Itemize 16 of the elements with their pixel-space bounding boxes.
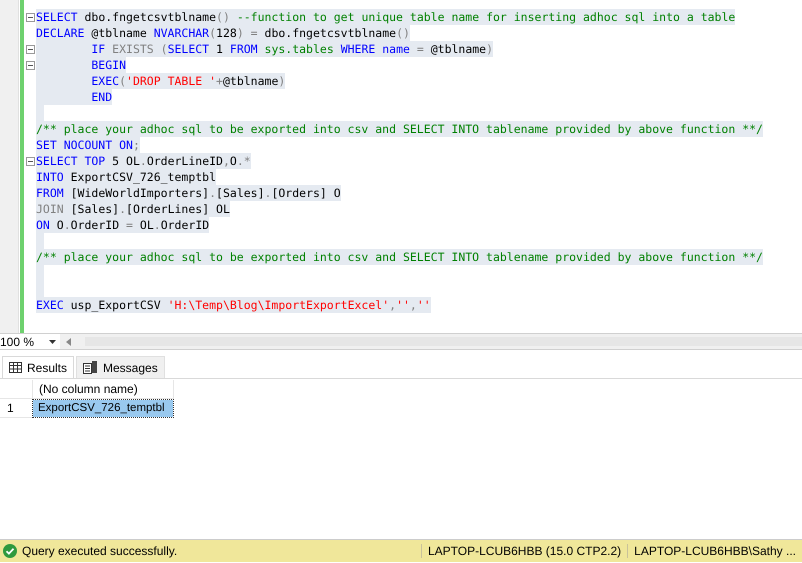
results-tab[interactable]: Messages [76, 356, 165, 378]
collapse-icon[interactable] [26, 44, 34, 54]
dropdown-caret-icon [49, 340, 56, 344]
scroll-left-icon[interactable] [66, 338, 71, 346]
table-cell[interactable]: ExportCSV_726_temptbl [33, 400, 173, 417]
collapse-icon[interactable] [26, 60, 34, 70]
status-message: Query executed successfully. [22, 544, 178, 558]
server-name: LAPTOP-LCUB6HBB (15.0 CTP2.2) [420, 544, 628, 558]
results-tab[interactable]: Results [2, 356, 74, 378]
success-check-icon [3, 544, 17, 558]
collapse-icon[interactable] [26, 12, 34, 22]
user-name: LAPTOP-LCUB6HBB\Sathy ... [627, 544, 802, 558]
zoom-dropdown[interactable]: 100 % [0, 334, 60, 349]
grid-icon [9, 362, 22, 373]
collapse-icon[interactable] [26, 156, 34, 166]
document-icon [83, 361, 98, 374]
